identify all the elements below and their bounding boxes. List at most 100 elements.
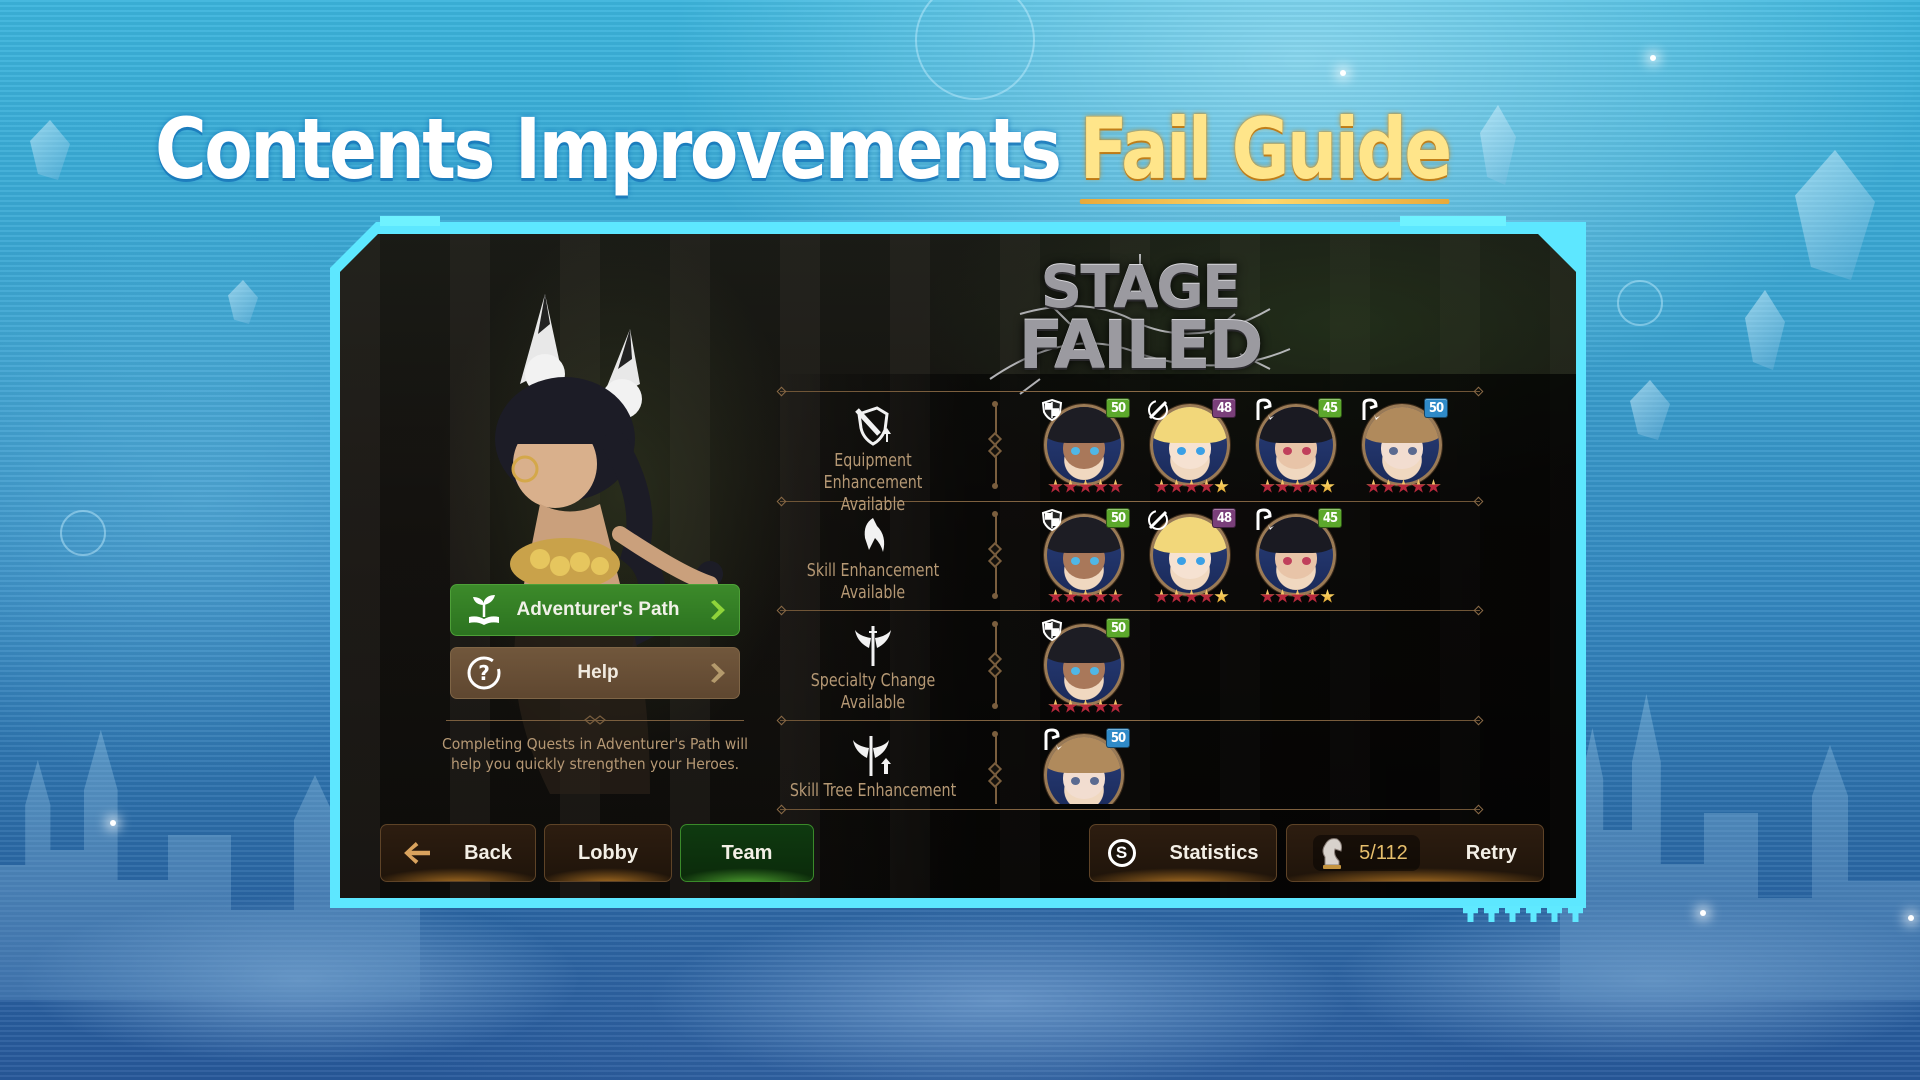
enhancement-row-skill-tree: Skill Tree Enhancement Available 50: [778, 724, 1478, 804]
frame-accent: [1400, 216, 1506, 226]
headline: Contents Improvements Fail Guide: [155, 100, 1452, 198]
chevron-right-icon: [711, 663, 725, 683]
statistics-button[interactable]: S Statistics: [1089, 824, 1277, 882]
vertical-divider: [995, 734, 997, 804]
hero-portrait[interactable]: 50: [1040, 730, 1126, 804]
level-badge: 48: [1212, 398, 1236, 418]
enhancement-row-specialty: Specialty Change Available 50: [778, 614, 1478, 724]
background-castle-right: [1560, 694, 1920, 1000]
wizard-staff-icon: [1040, 728, 1064, 752]
star-icon: [1108, 699, 1123, 714]
level-badge: 45: [1318, 508, 1342, 528]
star-icon: [1366, 479, 1381, 494]
background-bubble: [915, 0, 1035, 100]
wizard-staff-icon: [1252, 398, 1276, 422]
arrow-left-icon: [404, 842, 430, 864]
specialty-change-icon: [851, 624, 895, 668]
hero-portrait[interactable]: 48: [1146, 510, 1232, 600]
category-label-block: Specialty Change Available: [778, 624, 968, 714]
lobby-button[interactable]: Lobby: [544, 824, 672, 882]
vertical-divider: [995, 404, 997, 486]
star-icon: [1169, 589, 1184, 604]
star-rating: [1048, 699, 1123, 714]
level-badge: 50: [1106, 728, 1130, 748]
star-icon: [1063, 699, 1078, 714]
star-icon: [1108, 589, 1123, 604]
star-icon: [1199, 479, 1214, 494]
star-icon: [1199, 589, 1214, 604]
background-sparkle: [1700, 910, 1706, 916]
hero-list: 50 48 45: [1040, 510, 1338, 600]
knight-shield-icon: [1040, 508, 1064, 532]
wizard-staff-icon: [1358, 398, 1382, 422]
hero-portrait[interactable]: 45: [1252, 400, 1338, 490]
category-label-block: Skill Tree Enhancement Available: [778, 734, 968, 804]
enhancement-row-skill: Skill Enhancement Available 50 48 45: [778, 504, 1478, 614]
star-icon: [1048, 699, 1063, 714]
back-button[interactable]: Back: [380, 824, 536, 882]
stamina-value: 5/112: [1359, 841, 1408, 864]
star-rating: [1154, 589, 1229, 604]
help-button[interactable]: ? Help: [450, 647, 740, 699]
star-icon: [1214, 479, 1229, 494]
statistics-icon: S: [1108, 839, 1136, 867]
category-label-block: Equipment Enhancement Available: [778, 404, 968, 516]
hero-list: 50: [1040, 620, 1126, 710]
category-label: Specialty Change Available: [810, 670, 936, 713]
hero-portrait[interactable]: 48: [1146, 400, 1232, 490]
star-icon: [1320, 479, 1335, 494]
hero-portrait[interactable]: 50: [1040, 400, 1126, 490]
star-icon: [1411, 479, 1426, 494]
enhancement-row-equipment: Equipment Enhancement Available 50 48 45 50: [778, 394, 1478, 504]
knight-shield-icon: [1040, 618, 1064, 642]
team-button[interactable]: Team: [680, 824, 814, 882]
vertical-divider: [995, 514, 997, 596]
star-icon: [1305, 479, 1320, 494]
level-badge: 50: [1106, 508, 1130, 528]
category-label: Skill Tree Enhancement Available: [789, 780, 957, 801]
star-rating: [1048, 479, 1123, 494]
row-divider: [780, 391, 1480, 392]
star-icon: [1063, 479, 1078, 494]
star-rating: [1154, 479, 1229, 494]
star-rating: [1048, 589, 1123, 604]
vertical-divider: [995, 624, 997, 706]
equipment-enhance-icon: [851, 404, 895, 448]
hero-list: 50 48 45 50: [1040, 400, 1444, 490]
hero-portrait[interactable]: 50: [1358, 400, 1444, 490]
sprout-book-icon: [465, 591, 503, 629]
category-label-block: Skill Enhancement Available: [778, 514, 968, 604]
star-icon: [1290, 479, 1305, 494]
skill-tree-enhance-icon: [851, 734, 895, 778]
background-bubble: [1617, 280, 1663, 326]
background-crystal: [1795, 150, 1875, 280]
wizard-staff-icon: [1252, 508, 1276, 532]
adventurers-path-label: Adventurer's Path: [516, 599, 680, 620]
star-icon: [1093, 589, 1108, 604]
row-divider: [780, 809, 1480, 810]
warrior-sword-icon: [1146, 508, 1170, 532]
star-icon: [1275, 589, 1290, 604]
star-icon: [1048, 479, 1063, 494]
skill-enhance-icon: [851, 514, 895, 558]
hero-portrait[interactable]: 50: [1040, 510, 1126, 600]
warrior-sword-icon: [1146, 398, 1170, 422]
background-sparkle: [1340, 70, 1346, 76]
background-crystal: [228, 280, 258, 324]
background-sparkle: [110, 820, 116, 826]
level-badge: 48: [1212, 508, 1236, 528]
star-icon: [1260, 589, 1275, 604]
retry-button[interactable]: 5/112 Retry: [1286, 824, 1544, 882]
level-badge: 50: [1106, 398, 1130, 418]
hero-portrait[interactable]: 50: [1040, 620, 1126, 710]
star-rating: [1260, 479, 1335, 494]
star-icon: [1093, 479, 1108, 494]
level-badge: 50: [1424, 398, 1448, 418]
adventurers-path-button[interactable]: Adventurer's Path: [450, 584, 740, 636]
knight-shield-icon: [1040, 398, 1064, 422]
background-crystal: [30, 120, 70, 180]
star-icon: [1063, 589, 1078, 604]
star-icon: [1078, 479, 1093, 494]
background-crystal: [1745, 290, 1785, 370]
hero-portrait[interactable]: 45: [1252, 510, 1338, 600]
